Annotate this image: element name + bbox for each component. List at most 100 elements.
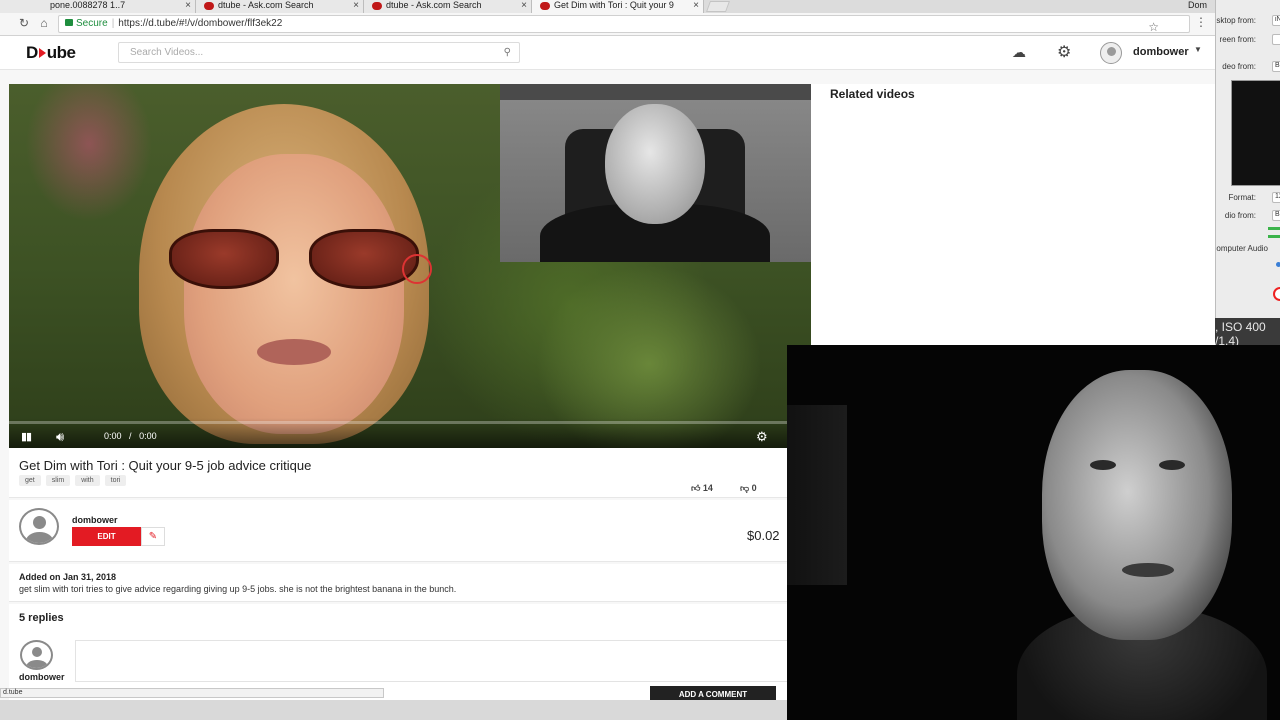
recorder-field[interactable]: 12 xyxy=(1272,192,1280,203)
tab-strip: pone.0088278 1..7 × dtube - Ask.com Sear… xyxy=(0,0,1215,13)
comment-input[interactable] xyxy=(75,640,795,682)
recorder-label: reen from: xyxy=(1219,35,1256,44)
dtube-logo[interactable]: Dube xyxy=(26,43,76,63)
avatar[interactable] xyxy=(1100,42,1122,64)
time-display: 0:00 / 0:00 xyxy=(104,431,157,441)
add-comment-button[interactable]: ADD A COMMENT xyxy=(650,686,776,700)
avatar[interactable] xyxy=(19,640,55,670)
recorder-label: dio from: xyxy=(1224,211,1256,220)
screen: sktop from: iN reen from: deo from: B Fo… xyxy=(0,0,1280,720)
tab-title: Get Dim with Tori : Quit your 9 xyxy=(554,0,674,10)
recorder-field[interactable]: B xyxy=(1272,61,1280,72)
audio-meter xyxy=(1268,227,1280,230)
webcam-detail xyxy=(1090,460,1116,470)
video-inset xyxy=(500,84,811,262)
pencil-icon[interactable]: ✎ xyxy=(141,527,165,546)
profile-name[interactable]: Dom xyxy=(1188,0,1207,11)
volume-icon[interactable]: 🔊︎ xyxy=(56,429,64,445)
tab-title: pone.0088278 1..7 xyxy=(50,0,126,10)
tag[interactable]: with xyxy=(75,475,100,486)
search-icon[interactable]: ⚲ xyxy=(504,43,511,62)
dtube-favicon-icon xyxy=(540,2,550,10)
video-frame-detail xyxy=(500,84,811,100)
tag[interactable]: tori xyxy=(104,475,127,486)
photo-exif-overlay: , ISO 400 /1.4) xyxy=(1213,318,1280,348)
close-icon[interactable]: × xyxy=(185,0,191,11)
recorder-label: deo from: xyxy=(1222,62,1256,71)
tab-title: dtube - Ask.com Search xyxy=(218,0,314,10)
gear-icon[interactable]: ⚙ xyxy=(756,429,768,445)
like-button[interactable]: 👍︎ 14 xyxy=(691,483,713,494)
related-videos: Related videos xyxy=(811,84,1215,354)
recorder-field[interactable]: B xyxy=(1272,210,1280,221)
video-description: get slim with tori tries to give advice … xyxy=(19,584,457,594)
new-tab-button[interactable] xyxy=(705,1,731,12)
avatar[interactable] xyxy=(16,508,63,545)
tag-list: get slim with tori xyxy=(19,475,127,486)
browser-tab[interactable]: dtube - Ask.com Search × xyxy=(364,0,532,13)
video-frame-detail xyxy=(169,229,279,289)
time-current: 0:00 xyxy=(104,431,122,441)
browser-tab[interactable]: pone.0088278 1..7 × xyxy=(0,0,196,13)
search-input[interactable]: Search Videos... ⚲ xyxy=(118,42,520,63)
settings-icon[interactable]: ⚙ xyxy=(1057,42,1071,62)
time-total: 0:00 xyxy=(139,431,157,441)
video-frame-detail xyxy=(309,229,419,289)
home-icon[interactable]: ⌂ xyxy=(36,16,52,30)
reload-icon[interactable]: ↻ xyxy=(16,16,32,30)
star-icon[interactable]: ☆ xyxy=(1148,19,1159,35)
video-frame-detail xyxy=(605,104,705,224)
cursor-highlight xyxy=(402,254,432,284)
dtube-favicon-icon xyxy=(372,2,382,10)
time-separator: / xyxy=(129,431,132,441)
slider-knob[interactable] xyxy=(1276,262,1280,267)
url-text: https://d.tube/#!/v/dombower/flf3ek22 xyxy=(118,18,283,29)
like-count: 14 xyxy=(702,483,713,493)
description-panel: Added on Jan 31, 2018 get slim with tori… xyxy=(9,564,799,602)
added-date: Added on Jan 31, 2018 xyxy=(19,572,117,582)
tag[interactable]: slim xyxy=(45,475,71,486)
progress-bar[interactable] xyxy=(9,421,811,424)
related-title: Related videos xyxy=(830,87,915,101)
tab-title: dtube - Ask.com Search xyxy=(386,0,482,10)
close-icon[interactable]: × xyxy=(693,0,699,11)
video-frame-subject xyxy=(169,229,429,289)
webcam-detail xyxy=(1122,563,1174,577)
player-controls: ▮▮ 🔊︎ 0:00 / 0:00 ⚙ xyxy=(9,418,811,448)
menu-icon[interactable]: ⋮ xyxy=(1195,15,1207,29)
thumbs-up-icon: 👍︎ xyxy=(691,483,701,493)
status-bar: d.tube xyxy=(0,688,384,698)
recorder-field[interactable] xyxy=(1272,34,1280,45)
dislike-count: 0 xyxy=(751,483,757,493)
browser-tab-active[interactable]: Get Dim with Tori : Quit your 9 × xyxy=(532,0,704,13)
chevron-down-icon[interactable]: ▼ xyxy=(1194,45,1202,54)
tag[interactable]: get xyxy=(19,475,41,486)
pause-icon[interactable]: ▮▮ xyxy=(21,430,32,443)
close-icon[interactable]: × xyxy=(521,0,527,11)
dtube-favicon-icon xyxy=(204,2,214,10)
video-title-panel: Get Dim with Tori : Quit your 9-5 job ad… xyxy=(9,448,799,498)
secure-label: Secure xyxy=(76,18,108,29)
video-player[interactable]: ▮▮ 🔊︎ 0:00 / 0:00 ⚙ xyxy=(9,84,811,448)
webcam-detail xyxy=(1159,460,1185,470)
author-name[interactable]: dombower xyxy=(72,515,118,525)
video-frame-detail xyxy=(257,339,331,365)
lock-icon xyxy=(65,19,73,26)
search-placeholder: Search Videos... xyxy=(130,47,204,58)
video-title: Get Dim with Tori : Quit your 9-5 job ad… xyxy=(19,458,312,473)
close-icon[interactable]: × xyxy=(353,0,359,11)
edit-button[interactable]: EDIT xyxy=(72,527,141,546)
logo-text: D xyxy=(26,43,38,62)
address-bar[interactable]: Secure | https://d.tube/#!/v/dombower/flf3… xyxy=(58,15,1190,35)
webcam-subject xyxy=(1042,370,1232,640)
record-button[interactable] xyxy=(1273,287,1280,301)
comment-user: dombower xyxy=(19,672,65,682)
browser-tab[interactable]: dtube - Ask.com Search × xyxy=(196,0,364,13)
payout-value: $0.02 xyxy=(747,528,780,543)
video-frame-subject xyxy=(184,154,404,434)
replies-count: 5 replies xyxy=(19,612,64,624)
recorder-field[interactable]: iN xyxy=(1272,15,1280,26)
upload-icon[interactable]: ☁ xyxy=(1012,44,1026,61)
header-username[interactable]: dombower xyxy=(1133,46,1189,58)
dislike-button[interactable]: 👎︎ 0 xyxy=(740,483,757,494)
